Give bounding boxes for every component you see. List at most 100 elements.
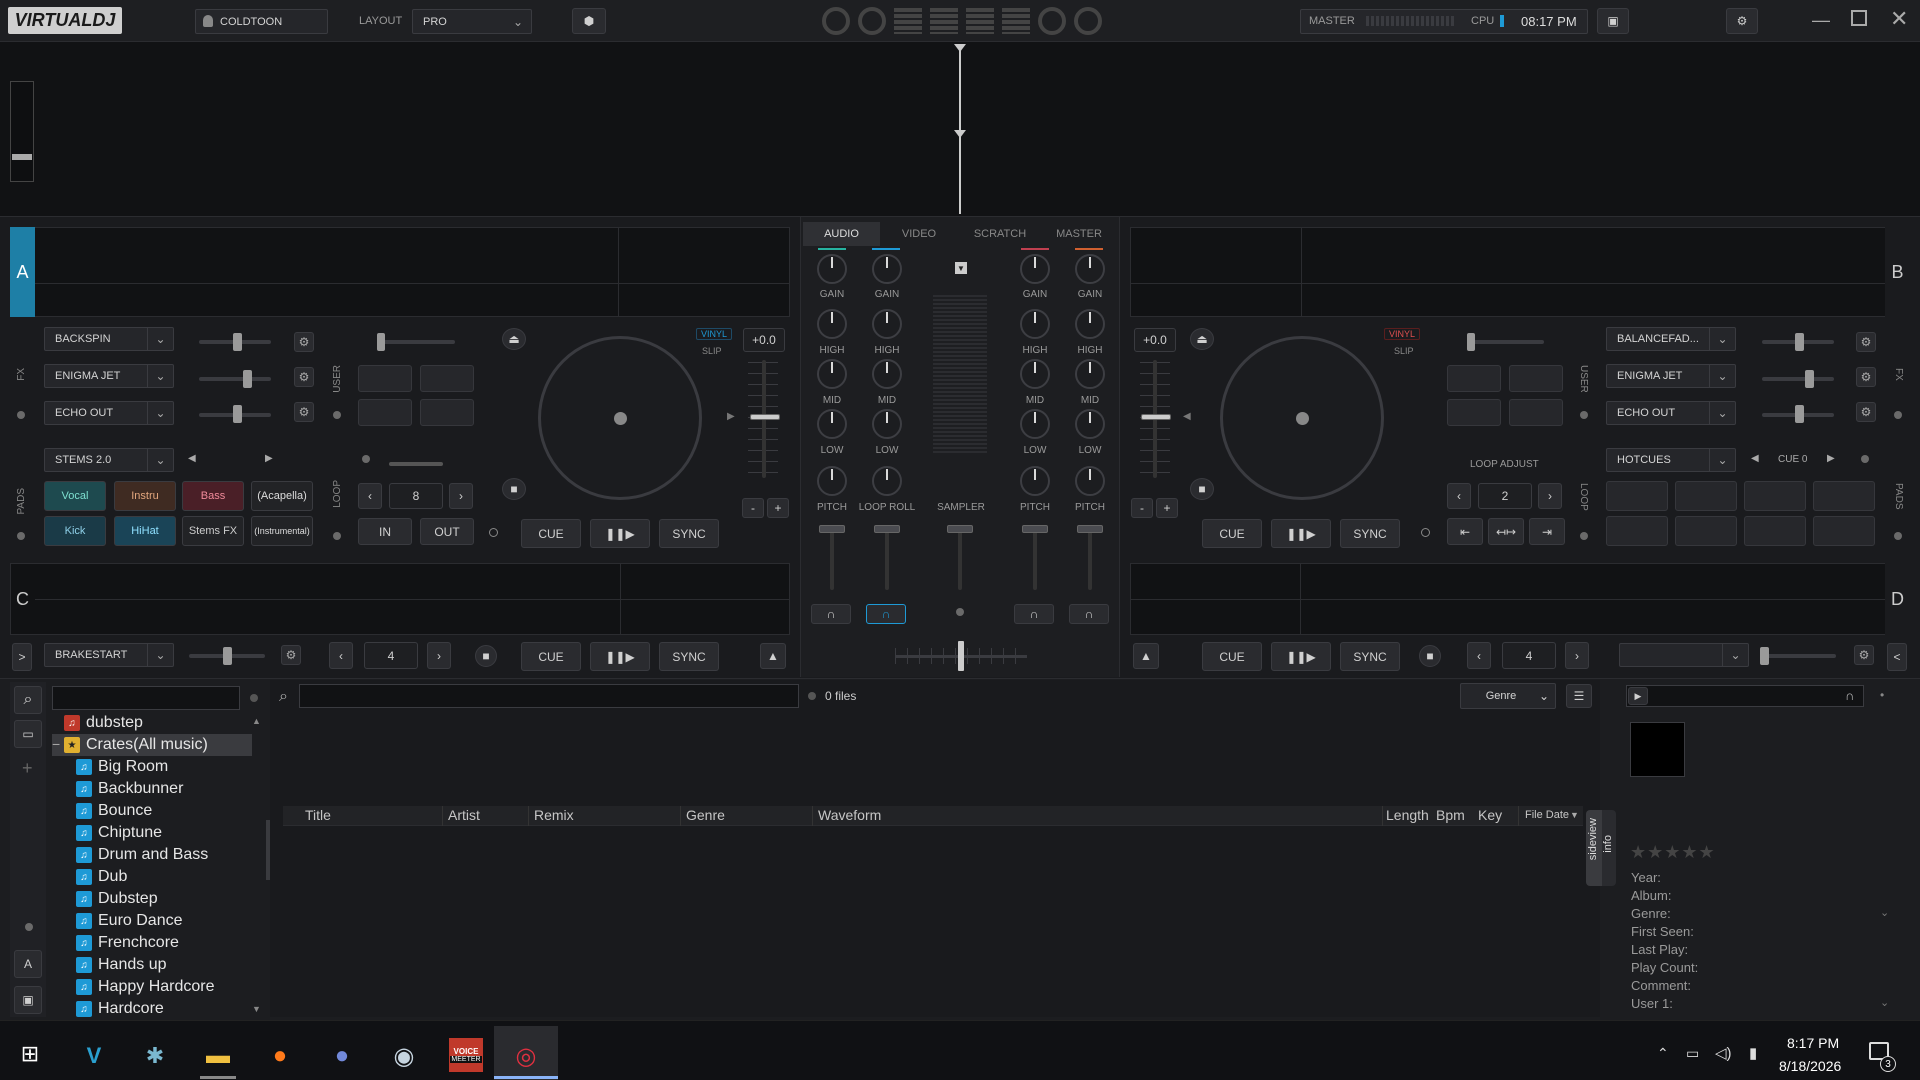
deck-a-fx3-select[interactable]: ECHO OUT ⌄ bbox=[44, 401, 174, 425]
deck-bars-icon[interactable] bbox=[894, 8, 922, 34]
deck-c-fx-gear-icon[interactable]: ⚙ bbox=[281, 645, 301, 665]
channel-fader-3[interactable] bbox=[1033, 530, 1037, 590]
gain-knob-1[interactable] bbox=[817, 254, 847, 284]
discord-icon[interactable]: ● bbox=[324, 1038, 360, 1074]
deck-b-fx3-select[interactable]: ECHO OUT ⌄ bbox=[1606, 401, 1736, 425]
gain-knob-3[interactable] bbox=[1020, 254, 1050, 284]
loop-roll-knob[interactable] bbox=[872, 466, 902, 496]
calendar-icon[interactable]: ▣ bbox=[1597, 8, 1629, 34]
deck-b-loop-start-icon[interactable]: ⇤ bbox=[1447, 518, 1483, 545]
voicemeeter-icon[interactable]: VOICE MEETER bbox=[449, 1038, 483, 1072]
deck-a-user-pad[interactable] bbox=[358, 365, 412, 392]
tree-item-genre[interactable]: ♫ Hardcore bbox=[76, 998, 164, 1020]
deck-a-user-slider-handle[interactable] bbox=[377, 333, 385, 351]
deck-b-user-pad[interactable] bbox=[1447, 365, 1501, 392]
deck-b-hotcues-select[interactable]: HOTCUES ⌄ bbox=[1606, 448, 1736, 472]
hotcue-pad[interactable] bbox=[1606, 481, 1668, 511]
stem-vocal-button[interactable]: Vocal bbox=[44, 481, 106, 511]
tree-item-genre[interactable]: ♫ Big Room bbox=[76, 756, 168, 778]
add-icon[interactable]: + bbox=[22, 758, 33, 779]
sampler-fader-handle[interactable] bbox=[947, 525, 973, 533]
column-bpm[interactable]: Bpm bbox=[1436, 807, 1465, 823]
deck-d-expand-icon[interactable]: < bbox=[1887, 643, 1907, 671]
headphone-cue-3-icon[interactable]: ∩ bbox=[1014, 604, 1054, 624]
search-input[interactable] bbox=[299, 684, 799, 708]
virtualdj-taskbar-icon[interactable]: ◎ bbox=[508, 1038, 544, 1074]
zoom-slider-handle[interactable] bbox=[12, 154, 32, 160]
box-icon[interactable]: ⬢ bbox=[572, 8, 606, 34]
preview-options-icon[interactable]: • bbox=[1880, 688, 1884, 702]
deck-b-user-slider[interactable] bbox=[1468, 340, 1544, 344]
deck-a-loop-in-button[interactable]: IN bbox=[358, 518, 412, 545]
deck-a-fx1-gear-icon[interactable]: ⚙ bbox=[294, 332, 314, 352]
user1-dropdown-icon[interactable]: ⌄ bbox=[1880, 996, 1889, 1009]
deck-a-user-pad[interactable] bbox=[358, 399, 412, 426]
font-size-icon[interactable]: A bbox=[14, 950, 42, 978]
deck-a-fx2-slider-handle[interactable] bbox=[243, 370, 252, 388]
deck-b-play-pause-button[interactable]: ❚❚▶ bbox=[1271, 519, 1331, 548]
deck-a-user-pad[interactable] bbox=[420, 365, 474, 392]
deck-a-fx-dot[interactable] bbox=[17, 411, 25, 419]
stem-instru-button[interactable]: Instru bbox=[114, 481, 176, 511]
tree-item-dubstep-list[interactable]: ♫ dubstep bbox=[64, 712, 143, 734]
firefox-icon[interactable]: ● bbox=[262, 1038, 298, 1074]
deck-b-fx1-select[interactable]: BALANCEFAD... ⌄ bbox=[1606, 327, 1736, 351]
steam-icon[interactable]: ◉ bbox=[386, 1038, 422, 1074]
deck-a-sync-button[interactable]: SYNC bbox=[659, 519, 719, 548]
deck-c-fx-select[interactable]: BRAKESTART ⌄ bbox=[44, 643, 174, 667]
deck-c-stop-button[interactable]: ■ bbox=[475, 645, 497, 667]
low-knob-1[interactable] bbox=[817, 409, 847, 439]
deck-b-cue-next-icon[interactable]: ▶ bbox=[1827, 453, 1835, 464]
deck-a-fx1-select[interactable]: BACKSPIN ⌄ bbox=[44, 327, 174, 351]
deck-d-eject-icon[interactable]: ▲ bbox=[1133, 643, 1159, 669]
low-knob-3[interactable] bbox=[1020, 409, 1050, 439]
channel-fader-1[interactable] bbox=[830, 530, 834, 590]
deck-a-stems-prev-icon[interactable]: ◀ bbox=[188, 453, 196, 464]
high-knob-2[interactable] bbox=[872, 309, 902, 339]
deck-d-loop-prev-button[interactable]: ‹ bbox=[1467, 642, 1491, 669]
deck-a-pitch-handle[interactable] bbox=[750, 414, 780, 420]
deck-a-pitch-plus-button[interactable]: + bbox=[767, 498, 789, 518]
deck-b-fx3-gear-icon[interactable]: ⚙ bbox=[1856, 402, 1876, 422]
high-knob-3[interactable] bbox=[1020, 309, 1050, 339]
stem-bass-button[interactable]: Bass bbox=[182, 481, 244, 511]
tree-collapse-icon[interactable]: − bbox=[52, 736, 60, 752]
deck-a-fx3-gear-icon[interactable]: ⚙ bbox=[294, 402, 314, 422]
file-explorer-icon[interactable]: ▬ bbox=[200, 1038, 236, 1074]
sidebar-dot[interactable] bbox=[25, 923, 33, 931]
stem-hihat-button[interactable]: HiHat bbox=[114, 516, 176, 546]
mid-knob-4[interactable] bbox=[1075, 359, 1105, 389]
deck-d-cue-button[interactable]: CUE bbox=[1202, 642, 1262, 671]
file-list[interactable] bbox=[270, 680, 1600, 1017]
hotcue-pad[interactable] bbox=[1675, 481, 1737, 511]
channel-fader-2[interactable] bbox=[885, 530, 889, 590]
stem-acapella-button[interactable]: (Acapella) bbox=[251, 481, 313, 511]
deck-a-stems-next-icon[interactable]: ▶ bbox=[265, 453, 273, 464]
deck-c-loop-prev-button[interactable]: ‹ bbox=[329, 642, 353, 669]
deck-bars-icon[interactable] bbox=[966, 8, 994, 34]
stem-fx-button[interactable]: Stems FX bbox=[182, 516, 244, 546]
deck-b-fx2-slider[interactable] bbox=[1762, 377, 1834, 381]
vs-app-icon[interactable]: V bbox=[76, 1038, 112, 1074]
channel-fader-3-handle[interactable] bbox=[1022, 525, 1048, 533]
tree-scroll-up-icon[interactable]: ▲ bbox=[252, 716, 261, 726]
headphone-cue-2-icon[interactable]: ∩ bbox=[866, 604, 906, 624]
deck-a-pitch-minus-button[interactable]: - bbox=[742, 498, 764, 518]
tree-item-crates[interactable]: ★ Crates(All music) bbox=[64, 734, 208, 756]
taskbar-time[interactable]: 8:17 PM bbox=[1787, 1035, 1839, 1051]
deck-c-fx-slider-handle[interactable] bbox=[223, 647, 232, 665]
sampler-fader[interactable] bbox=[958, 530, 962, 590]
deck-b-vinyl-button[interactable]: VINYL bbox=[1384, 328, 1421, 340]
tray-chevron-up-icon[interactable]: ⌃ bbox=[1657, 1045, 1669, 1062]
column-genre[interactable]: Genre bbox=[686, 807, 725, 823]
deck-c-letter[interactable]: C bbox=[10, 563, 35, 635]
channel-fader-2-handle[interactable] bbox=[874, 525, 900, 533]
deck-b-user-slider-handle[interactable] bbox=[1467, 333, 1475, 351]
close-icon[interactable]: ✕ bbox=[1890, 6, 1908, 32]
folder-search-dot[interactable] bbox=[250, 694, 258, 702]
taskbar-date[interactable]: 8/18/2026 bbox=[1779, 1058, 1841, 1074]
tree-scroll-down-icon[interactable]: ▼ bbox=[252, 1004, 261, 1014]
deck-b-loop-end-icon[interactable]: ⇥ bbox=[1529, 518, 1565, 545]
deck-b-pitch-plus-button[interactable]: + bbox=[1156, 498, 1178, 518]
mid-knob-2[interactable] bbox=[872, 359, 902, 389]
